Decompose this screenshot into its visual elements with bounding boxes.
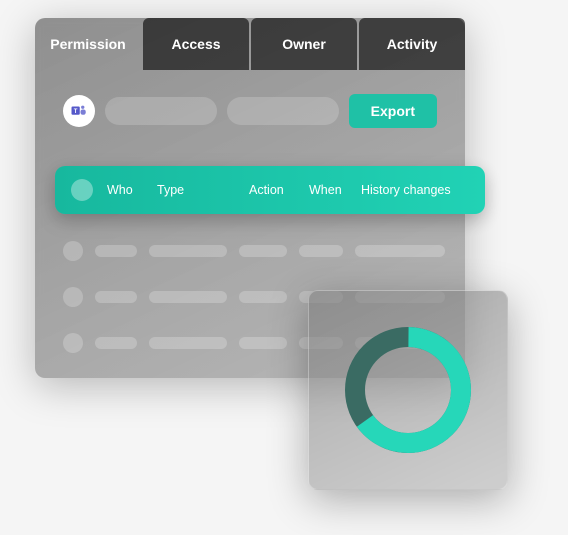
cell-placeholder xyxy=(149,337,227,349)
tab-activity[interactable]: Activity xyxy=(359,18,465,70)
cell-placeholder xyxy=(149,291,227,303)
row-avatar-placeholder xyxy=(63,287,83,307)
cell-placeholder xyxy=(95,245,137,257)
filter-input-1[interactable] xyxy=(105,97,217,125)
tab-owner[interactable]: Owner xyxy=(251,18,357,70)
cell-placeholder xyxy=(239,291,287,303)
toolbar: T Export xyxy=(35,70,465,146)
cell-placeholder xyxy=(355,245,445,257)
cell-placeholder xyxy=(95,291,137,303)
column-who: Who xyxy=(107,183,157,197)
row-avatar-placeholder xyxy=(63,333,83,353)
donut-chart-card xyxy=(308,290,508,490)
tab-permission[interactable]: Permission xyxy=(35,18,141,70)
column-type: Type xyxy=(157,183,249,197)
cell-placeholder xyxy=(239,337,287,349)
cell-placeholder xyxy=(149,245,227,257)
column-history: History changes xyxy=(361,183,469,197)
cell-placeholder xyxy=(299,245,343,257)
header-avatar-placeholder xyxy=(71,179,93,201)
export-button[interactable]: Export xyxy=(349,94,437,128)
teams-icon: T xyxy=(63,95,95,127)
table-row[interactable] xyxy=(63,228,447,274)
donut-chart xyxy=(338,320,478,460)
cell-placeholder xyxy=(95,337,137,349)
teams-glyph-icon: T xyxy=(70,102,88,120)
svg-text:T: T xyxy=(74,109,78,115)
cell-placeholder xyxy=(239,245,287,257)
filter-input-2[interactable] xyxy=(227,97,339,125)
tab-bar: Permission Access Owner Activity xyxy=(35,18,465,70)
table-header: Who Type Action When History changes xyxy=(55,166,485,214)
tab-access[interactable]: Access xyxy=(143,18,249,70)
column-when: When xyxy=(309,183,361,197)
column-action: Action xyxy=(249,183,309,197)
row-avatar-placeholder xyxy=(63,241,83,261)
